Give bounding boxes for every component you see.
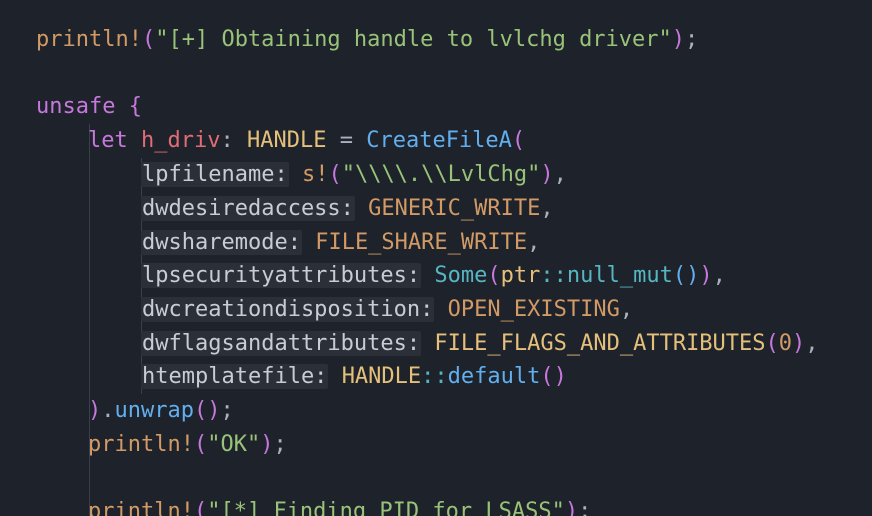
colon: :: [220, 128, 234, 153]
function-name: CreateFileA: [366, 128, 512, 153]
open-paren: (: [193, 499, 208, 516]
module-name: ptr: [500, 263, 541, 288]
enum-variant: Some: [434, 263, 488, 288]
type-name: HANDLE: [341, 364, 422, 389]
type-name: FILE_FLAGS_AND_ATTRIBUTES: [434, 331, 766, 356]
semicolon: ;: [685, 27, 699, 52]
macro-call: s!: [301, 162, 329, 187]
function-name: null_mut: [566, 263, 673, 288]
path-separator: ::: [421, 364, 448, 389]
equals: =: [339, 128, 353, 153]
code-editor[interactable]: println!("[+] Obtaining handle to lvlchg…: [0, 0, 872, 516]
string-literal: "\\\\.\\LvlChg": [341, 162, 541, 187]
string-literal: "OK": [207, 432, 261, 457]
close-paren: ): [260, 432, 274, 457]
semicolon: ;: [578, 499, 592, 516]
type-name: HANDLE: [246, 128, 327, 153]
macro-call: println!: [36, 27, 142, 52]
function-name: unwrap: [114, 398, 194, 423]
code-line-7[interactable]: dwsharemode: FILE_SHARE_WRITE,: [141, 226, 540, 260]
open-paren: (: [193, 432, 208, 457]
inlay-hint: lpsecurityattributes:: [141, 263, 422, 288]
inlay-hint: dwcreationdisposition:: [141, 297, 435, 322]
comma: ,: [619, 297, 634, 322]
semicolon: ;: [273, 432, 287, 457]
macro-call: println!: [88, 499, 194, 516]
keyword: unsafe: [36, 94, 116, 119]
code-line-5[interactable]: lpfilename: s!("\\\\.\\LvlChg"),: [141, 158, 567, 192]
code-line-6[interactable]: dwdesiredaccess: GENERIC_WRITE,: [141, 192, 554, 226]
comma: ,: [712, 263, 726, 288]
inlay-hint: lpfilename:: [141, 162, 289, 187]
inlay-hint: dwflagsandattributes:: [141, 331, 422, 356]
open-paren: (: [328, 162, 342, 187]
semicolon: ;: [220, 398, 234, 423]
string-literal: "[+] Obtaining handle to lvlchg driver": [155, 27, 672, 52]
call-parens: (): [672, 263, 700, 288]
comma: ,: [553, 162, 567, 187]
inlay-hint: dwdesiredaccess:: [141, 196, 355, 221]
comma: ,: [540, 196, 554, 221]
dot: .: [101, 398, 115, 423]
code-line-15[interactable]: println!("[*] Finding PID for LSASS");: [88, 495, 591, 516]
code-line-13[interactable]: println!("OK");: [88, 428, 287, 462]
string-literal: "[*] Finding PID for LSASS": [207, 499, 565, 516]
call-parens: (): [193, 398, 221, 423]
open-paren: (: [141, 27, 156, 52]
code-line-3[interactable]: unsafe {: [36, 90, 142, 124]
keyword: let: [88, 128, 128, 153]
path-separator: ::: [540, 263, 567, 288]
code-line-1[interactable]: println!("[+] Obtaining handle to lvlchg…: [36, 23, 698, 57]
close-paren: ): [671, 27, 686, 52]
open-brace: {: [128, 94, 142, 119]
variable-name: h_driv: [141, 128, 221, 153]
close-paren: ): [792, 331, 806, 356]
close-paren: ): [699, 263, 713, 288]
code-line-4[interactable]: let h_driv: HANDLE = CreateFileA(: [88, 124, 525, 158]
close-paren: ): [88, 398, 102, 423]
constant: OPEN_EXISTING: [447, 297, 620, 322]
open-paren: (: [765, 331, 779, 356]
code-line-10[interactable]: dwflagsandattributes: FILE_FLAGS_AND_ATT…: [141, 327, 819, 361]
function-name: default: [447, 364, 541, 389]
code-line-12[interactable]: ).unwrap();: [88, 394, 234, 428]
inlay-hint: dwsharemode:: [141, 230, 302, 255]
close-paren: ): [564, 499, 579, 516]
constant: FILE_SHARE_WRITE: [315, 230, 528, 255]
comma: ,: [527, 230, 541, 255]
number-literal: 0: [778, 331, 793, 356]
open-paren: (: [511, 128, 526, 153]
code-line-9[interactable]: dwcreationdisposition: OPEN_EXISTING,: [141, 293, 633, 327]
comma: ,: [805, 331, 819, 356]
call-parens: (): [540, 364, 567, 389]
code-line-11[interactable]: htemplatefile: HANDLE::default(): [141, 360, 567, 394]
open-paren: (: [487, 263, 501, 288]
macro-call: println!: [88, 432, 194, 457]
close-paren: ): [540, 162, 554, 187]
inlay-hint: htemplatefile:: [141, 364, 329, 389]
constant: GENERIC_WRITE: [368, 196, 541, 221]
code-line-8[interactable]: lpsecurityattributes: Some(ptr::null_mut…: [141, 259, 726, 293]
